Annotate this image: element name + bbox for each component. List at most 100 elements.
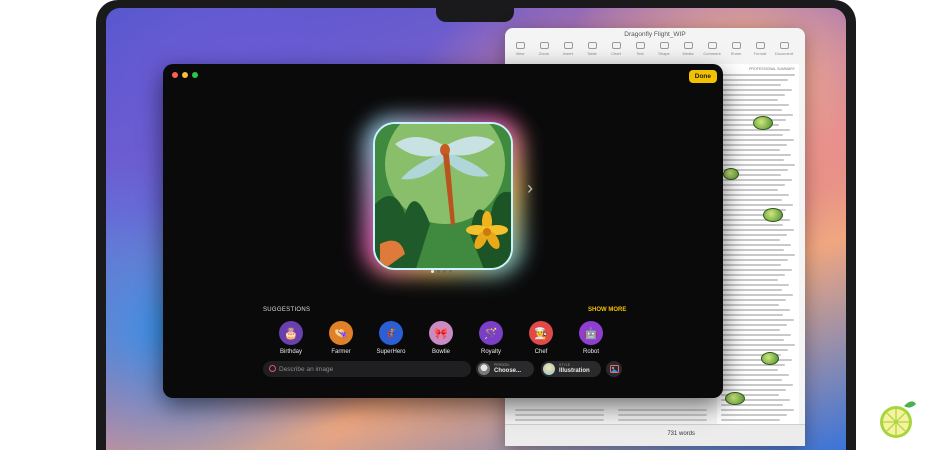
insert-icon	[563, 42, 573, 49]
zoom-button[interactable]	[192, 72, 198, 78]
suggestion-farmer[interactable]: 👒 Farmer	[321, 321, 361, 355]
text-line	[721, 274, 785, 276]
text-line	[721, 154, 791, 156]
text-line	[721, 249, 784, 251]
close-button[interactable]	[172, 72, 178, 78]
toolbar-shape-button[interactable]: Shape	[655, 42, 673, 60]
toolbar-share-button[interactable]: Share	[727, 42, 745, 60]
text-line	[721, 329, 780, 331]
style-thumbnail-icon	[543, 363, 555, 375]
text-line	[721, 99, 778, 101]
describe-image-input[interactable]	[279, 363, 459, 375]
toolbar-chart-button[interactable]: Chart	[607, 42, 625, 60]
desktop-stage: Dragonfly Flight_WIP View Zoom Insert Ta…	[0, 0, 950, 450]
crown-wand-icon: 🪄	[479, 321, 503, 345]
document-page[interactable]: PROFESSIONAL SUMMARY	[717, 64, 799, 446]
text-line	[721, 94, 785, 96]
done-button[interactable]: Done	[688, 70, 717, 83]
page-dot[interactable]	[449, 270, 452, 273]
toolbar-text-button[interactable]: Text	[631, 42, 649, 60]
text-line	[721, 149, 780, 151]
page-indicator	[431, 270, 452, 273]
lower-text-columns	[511, 406, 711, 424]
beetle-illustration	[723, 168, 739, 180]
text-line	[721, 254, 795, 256]
text-line	[721, 359, 792, 361]
text-line	[721, 339, 784, 341]
text-line	[721, 159, 784, 161]
text-line	[721, 229, 794, 231]
word-count[interactable]: 731 words	[667, 431, 695, 437]
text-line	[721, 224, 783, 226]
toolbar-view-button[interactable]: View	[511, 42, 529, 60]
person-picker[interactable]: PERSON Choose...	[476, 361, 534, 377]
document-icon	[779, 42, 789, 49]
toolbar-table-button[interactable]: Table	[583, 42, 601, 60]
prompt-icon	[269, 365, 276, 372]
suggestion-royalty[interactable]: 🪄 Royalty	[471, 321, 511, 355]
text-line	[721, 264, 781, 266]
dragonfly-illustration	[375, 124, 511, 268]
person-avatar-icon	[478, 363, 490, 375]
text-line	[721, 334, 791, 336]
image-playground-window[interactable]: Done › SUGGESTIONS SHOW MORE 🎂 Birthday …	[163, 64, 723, 398]
window-controls	[172, 72, 198, 78]
text-line	[721, 84, 781, 86]
show-more-button[interactable]: SHOW MORE	[588, 307, 626, 313]
toolbar-zoom-button[interactable]: Zoom	[535, 42, 553, 60]
toolbar-document-button[interactable]: Document	[775, 42, 793, 60]
text-line	[721, 239, 780, 241]
text-line	[721, 369, 778, 371]
text-line	[721, 134, 783, 136]
view-icon	[515, 42, 525, 49]
text-line	[721, 79, 788, 81]
suggestion-birthday[interactable]: 🎂 Birthday	[271, 321, 311, 355]
bowtie-icon: 🎀	[429, 321, 453, 345]
text-line	[721, 344, 795, 346]
format-icon	[755, 42, 765, 49]
suggestion-bowtie[interactable]: 🎀 Bowtie	[421, 321, 461, 355]
shape-icon	[659, 42, 669, 49]
text-line	[721, 144, 787, 146]
toolbar-media-button[interactable]: Media	[679, 42, 697, 60]
page-dot[interactable]	[443, 270, 446, 273]
text-line	[721, 104, 789, 106]
gallery-icon	[609, 365, 619, 373]
text-icon	[635, 42, 645, 49]
lime-logo-icon	[880, 401, 916, 438]
text-line	[721, 109, 782, 111]
suggestion-superhero[interactable]: 🦸 SuperHero	[371, 321, 411, 355]
text-line	[721, 349, 788, 351]
page-dot[interactable]	[431, 270, 434, 273]
minimize-button[interactable]	[182, 72, 188, 78]
text-line	[721, 389, 786, 391]
beetle-illustration	[725, 392, 745, 405]
robot-icon: 🤖	[579, 321, 603, 345]
image-library-button[interactable]	[606, 361, 622, 377]
style-picker[interactable]: STYLE Illustration	[541, 361, 601, 377]
text-line	[721, 314, 783, 316]
document-title: Dragonfly Flight_WIP	[624, 31, 686, 38]
suggestion-chips: 🎂 Birthday 👒 Farmer 🦸 SuperHero 🎀 Bowtie…	[271, 321, 611, 355]
text-line	[721, 139, 794, 141]
toolbar-format-button[interactable]: Format	[751, 42, 769, 60]
beetle-illustration	[753, 116, 773, 130]
generated-image[interactable]	[373, 122, 513, 270]
suggestion-robot[interactable]: 🤖 Robot	[571, 321, 611, 355]
text-line	[721, 199, 782, 201]
text-line	[721, 374, 789, 376]
page-dot[interactable]	[437, 270, 440, 273]
style-value: Illustration	[559, 367, 590, 374]
next-image-chevron-icon[interactable]: ›	[527, 178, 533, 199]
page-header-label: PROFESSIONAL SUMMARY	[749, 67, 795, 71]
text-line	[721, 259, 788, 261]
toolbar-insert-button[interactable]: Insert	[559, 42, 577, 60]
suggestion-chef[interactable]: 👨‍🍳 Chef	[521, 321, 561, 355]
chef-hat-icon: 👨‍🍳	[529, 321, 553, 345]
text-line	[721, 299, 786, 301]
text-line	[721, 304, 779, 306]
describe-image-bar[interactable]	[263, 361, 471, 377]
text-line	[721, 234, 787, 236]
beetle-illustration	[763, 208, 783, 222]
toolbar-comment-button[interactable]: Comment	[703, 42, 721, 60]
